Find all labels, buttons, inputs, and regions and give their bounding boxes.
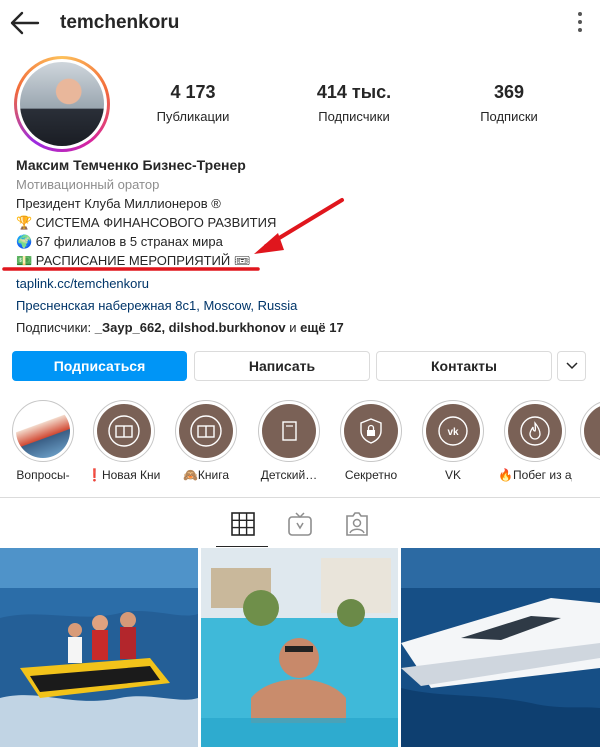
svg-text:vk: vk [447, 427, 459, 438]
chevron-down-icon [565, 362, 578, 370]
grid-tab-icon[interactable] [230, 511, 256, 537]
stat-label: Подписчики [318, 109, 390, 124]
active-tab-indicator [216, 546, 268, 547]
stat-posts: 4 173 Публикации [138, 82, 248, 124]
post-image-pool [201, 548, 398, 747]
post-image-jetski [0, 548, 198, 747]
bio-line: 🏆 СИСТЕМА ФИНАНСОВОГО РАЗВИТИЯ [16, 215, 277, 230]
followed-by-prefix: Подписчики: [16, 320, 95, 335]
igtv-tab-icon[interactable] [287, 511, 313, 537]
profile-bio: Максим Темченко Бизнес-Тренер Мотивацион… [16, 156, 586, 337]
stat-following[interactable]: 369 Подписки [454, 82, 564, 124]
suggestions-chevron-button[interactable] [557, 351, 586, 381]
stat-followers[interactable]: 414 тыс. Подписчики [299, 82, 409, 124]
followed-by-and: и [285, 320, 301, 335]
profile-avatar[interactable] [14, 56, 110, 152]
bio-line: 🌍 67 филиалов в 5 странах мира [16, 234, 223, 249]
post-thumbnail[interactable] [0, 548, 198, 747]
followed-by[interactable]: Подписчики: _Зауp_662, dilshod.burkhonov… [16, 318, 586, 337]
stat-value: 414 тыс. [316, 82, 392, 102]
highlight-item[interactable]: 🙈Книга [169, 400, 243, 482]
profile-category: Мотивационный оратор [16, 177, 160, 192]
followed-by-names: _Зауp_662, dilshod.burkhonov [94, 320, 286, 335]
top-bar: temchenkoru [0, 0, 600, 48]
highlight-item[interactable]: ❗Новая Книга [87, 400, 161, 482]
post-image-yacht [401, 548, 600, 747]
highlight-item[interactable]: Детский… [252, 400, 326, 482]
profile-address[interactable]: Пресненская набережная 8с1, Moscow, Russ… [16, 296, 586, 315]
more-options-icon[interactable] [568, 8, 592, 40]
vk-icon: vk [438, 416, 468, 446]
highlight-label: Вопросы- [16, 468, 70, 482]
highlight-item-partial[interactable] [580, 400, 600, 462]
highlight-label: 🔥Побег из ада [498, 468, 572, 482]
stat-label: Публикации [156, 109, 230, 124]
shield-lock-icon [360, 418, 382, 444]
highlight-label: Детский… [260, 468, 318, 482]
profile-full-name: Максим Темченко Бизнес-Тренер [16, 157, 246, 173]
page-icon [282, 421, 297, 441]
section-divider [0, 497, 600, 498]
book-icon [190, 415, 222, 447]
highlight-item[interactable]: 🔥Побег из ада [498, 400, 572, 482]
highlight-label: ❗Новая Книга [87, 468, 161, 482]
highlight-label: VK [444, 468, 461, 482]
back-arrow-icon[interactable] [10, 10, 40, 36]
tagged-tab-icon[interactable] [344, 511, 370, 537]
book-icon [108, 415, 140, 447]
stat-value: 369 [493, 82, 525, 102]
follow-button[interactable]: Подписаться [12, 351, 187, 381]
flame-icon [520, 416, 550, 446]
followed-by-more: ещё 17 [300, 320, 344, 335]
stat-value: 4 173 [170, 82, 216, 102]
highlight-label: 🙈Книга [182, 468, 230, 482]
message-button[interactable]: Написать [194, 351, 370, 381]
highlight-photo [16, 404, 70, 458]
stat-label: Подписки [480, 109, 538, 124]
highlight-item[interactable]: Секретно [334, 400, 408, 482]
profile-username: temchenkoru [60, 12, 180, 33]
contacts-button[interactable]: Контакты [376, 351, 552, 381]
bio-line: 💵 РАСПИСАНИЕ МЕРОПРИЯТИЙ 🎟 [16, 253, 251, 268]
avatar-photo [20, 62, 104, 146]
bio-line: Президент Клуба Миллионеров ® [16, 196, 221, 211]
bio-link[interactable]: taplink.cc/temchenkoru [16, 274, 586, 293]
post-thumbnail[interactable] [201, 548, 398, 747]
highlight-item[interactable]: vk VK [416, 400, 490, 482]
highlight-label: Секретно [344, 468, 398, 482]
highlight-item[interactable]: Вопросы- [6, 400, 80, 482]
post-thumbnail[interactable] [401, 548, 600, 747]
